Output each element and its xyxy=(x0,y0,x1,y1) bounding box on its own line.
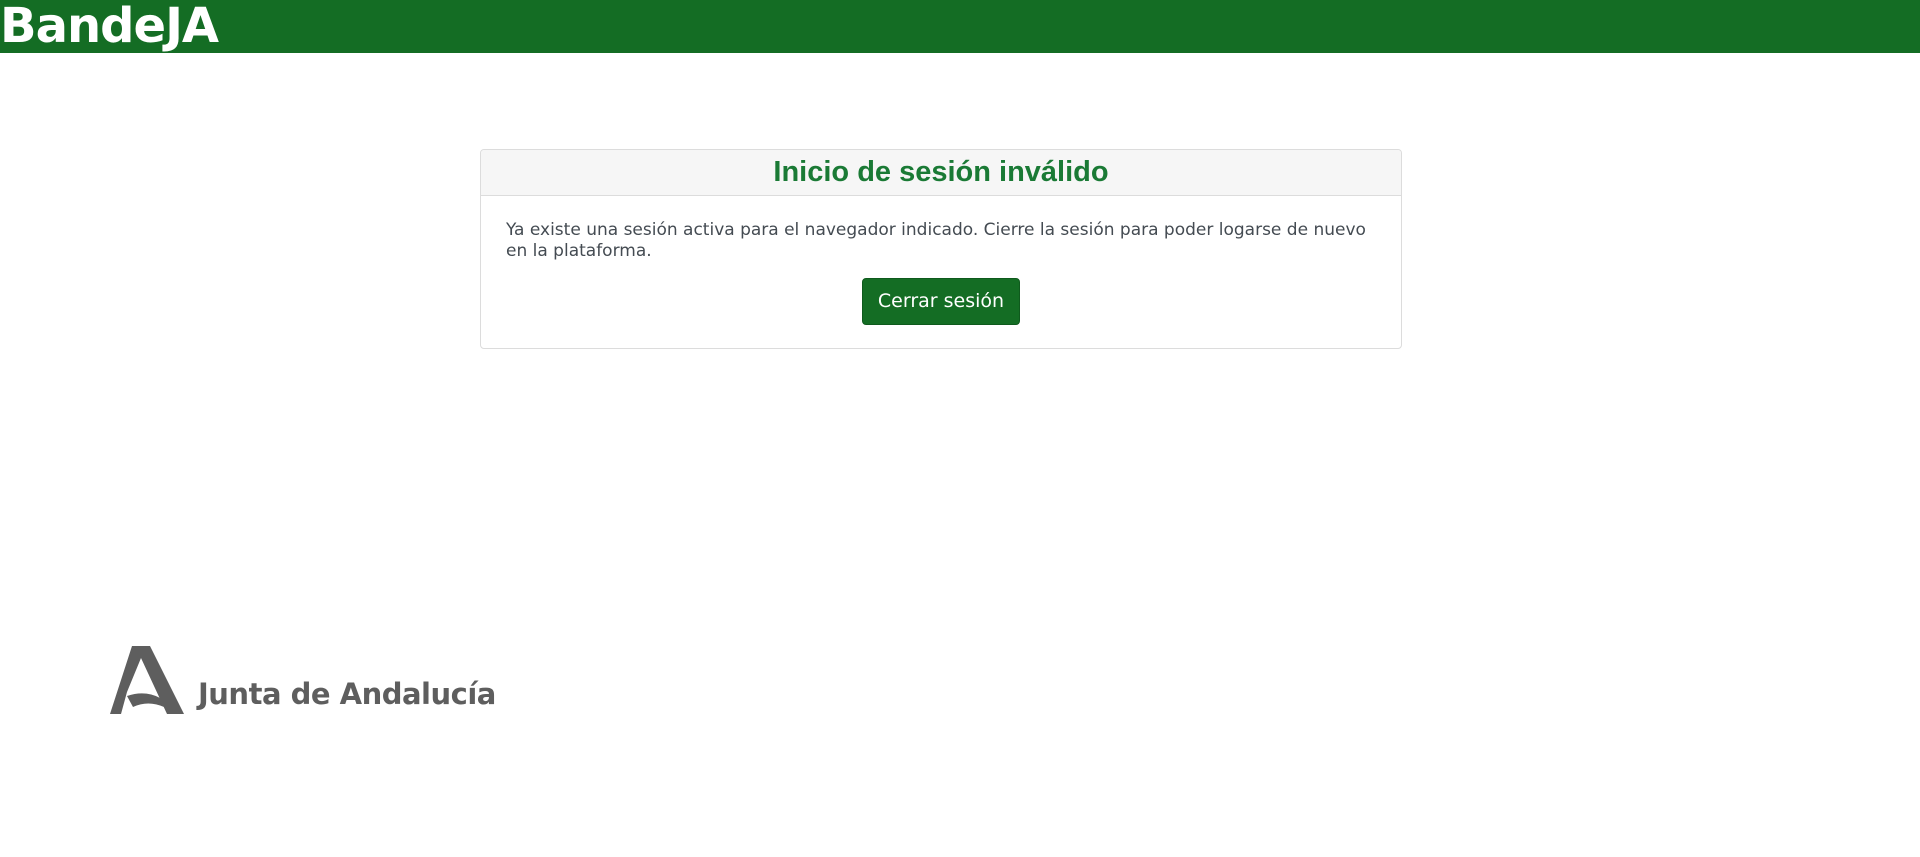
panel-header: Inicio de sesión inválido xyxy=(481,150,1401,196)
panel-body: Ya existe una sesión activa para el nave… xyxy=(481,196,1401,325)
logo-text: Junta de Andalucía xyxy=(198,677,496,711)
logout-button[interactable]: Cerrar sesión xyxy=(861,278,1021,325)
session-message: Ya existe una sesión activa para el nave… xyxy=(506,220,1366,261)
button-row: Cerrar sesión xyxy=(506,278,1376,325)
junta-andalucia-logo: Junta de Andalucía xyxy=(110,644,496,714)
invalid-login-panel: Inicio de sesión inválido Ya existe una … xyxy=(480,149,1402,349)
junta-andalucia-logo-icon xyxy=(110,646,184,714)
top-header-bar: BandeJA xyxy=(0,0,1920,56)
panel-title: Inicio de sesión inválido xyxy=(773,156,1109,188)
app-brand-title[interactable]: BandeJA xyxy=(0,0,219,56)
